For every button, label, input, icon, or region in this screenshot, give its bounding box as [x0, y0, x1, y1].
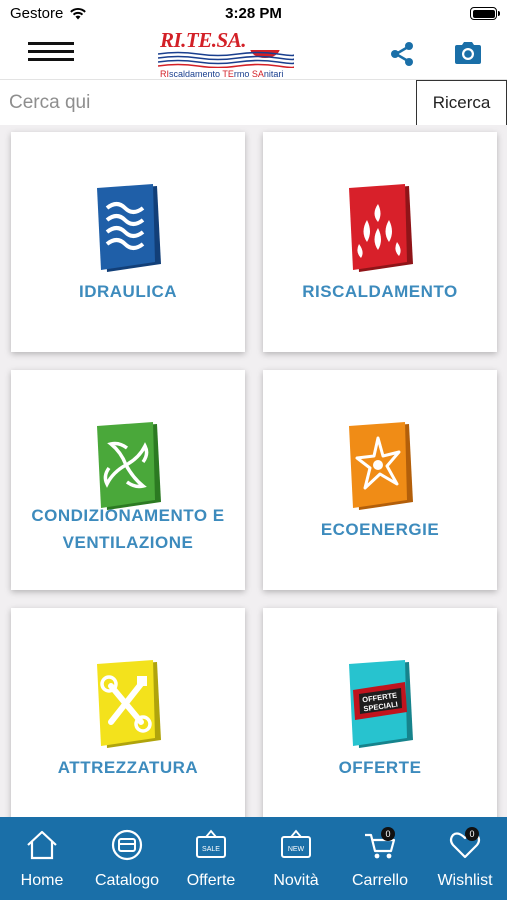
fan-icon [97, 422, 161, 510]
category-card-condizionamento[interactable]: CONDIZIONAMENTO E VENTILAZIONE [11, 370, 245, 590]
home-icon [27, 830, 57, 860]
sale-sign-icon: SALE [196, 829, 226, 858]
category-label: OFFERTE [338, 758, 422, 777]
category-card-offerte[interactable]: OFFERTE SPECIALI OFFERTE [263, 608, 497, 817]
tab-offerte[interactable]: SALE Offerte [169, 817, 253, 900]
sun-icon [349, 422, 413, 510]
ritesa-logo[interactable]: RI.TE.SA. RIscaldamento TErmo SAnitari [158, 28, 294, 79]
category-card-riscaldamento[interactable]: RISCALDAMENTO [263, 132, 497, 352]
category-label: RISCALDAMENTO [302, 282, 458, 301]
logo-tagline: RIscaldamento TErmo SAnitari [160, 69, 284, 79]
tab-catalogo[interactable]: Catalogo [85, 817, 169, 900]
tab-home[interactable]: Home [0, 817, 84, 900]
cart-badge: 0 [381, 827, 395, 841]
wishlist-badge: 0 [465, 827, 479, 841]
category-label: IDRAULICA [79, 282, 177, 301]
category-card-ecoenergie[interactable]: ECOENERGIE [263, 370, 497, 590]
tab-carrello[interactable]: 0 Carrello [338, 817, 422, 900]
search-button[interactable]: Ricerca [416, 80, 507, 126]
share-icon[interactable] [388, 40, 416, 68]
category-grid: IDRAULICA RISCALDAMENTO CONDIZIONAMENTO … [0, 125, 507, 817]
camera-icon[interactable] [453, 40, 483, 66]
bottom-tab-bar: Home Catalogo SALE Offerte NEW Novità 0 … [0, 817, 507, 900]
search-bar: Ricerca [0, 79, 507, 126]
clock: 3:28 PM [225, 5, 282, 22]
tab-wishlist[interactable]: 0 Wishlist [423, 817, 507, 900]
category-card-idraulica[interactable]: IDRAULICA [11, 132, 245, 352]
hamburger-menu-icon[interactable] [28, 42, 74, 62]
category-card-attrezzatura[interactable]: ATTREZZATURA [11, 608, 245, 817]
special-offer-icon: OFFERTE SPECIALI [349, 660, 413, 748]
new-sign-text: NEW [288, 846, 305, 853]
category-label-line2: VENTILAZIONE [62, 533, 194, 552]
app-header: RI.TE.SA. RIscaldamento TErmo SAnitari [0, 28, 507, 79]
flames-icon [349, 184, 413, 272]
catalog-icon [111, 829, 143, 861]
category-label-line1: CONDIZIONAMENTO E [31, 506, 225, 525]
category-label: ECOENERGIE [320, 520, 440, 539]
category-label: ATTREZZATURA [57, 758, 199, 777]
new-sign-icon: NEW [281, 829, 311, 858]
status-bar: Gestore 3:28 PM [0, 0, 507, 28]
sale-sign-text: SALE [202, 846, 220, 853]
tab-novita[interactable]: NEW Novità [254, 817, 338, 900]
tools-icon [97, 660, 161, 748]
tab-label: Wishlist [437, 872, 493, 889]
waves-icon [97, 184, 161, 272]
search-input[interactable] [0, 80, 417, 125]
logo-waves-graphic [158, 50, 294, 68]
battery-icon [470, 7, 500, 20]
